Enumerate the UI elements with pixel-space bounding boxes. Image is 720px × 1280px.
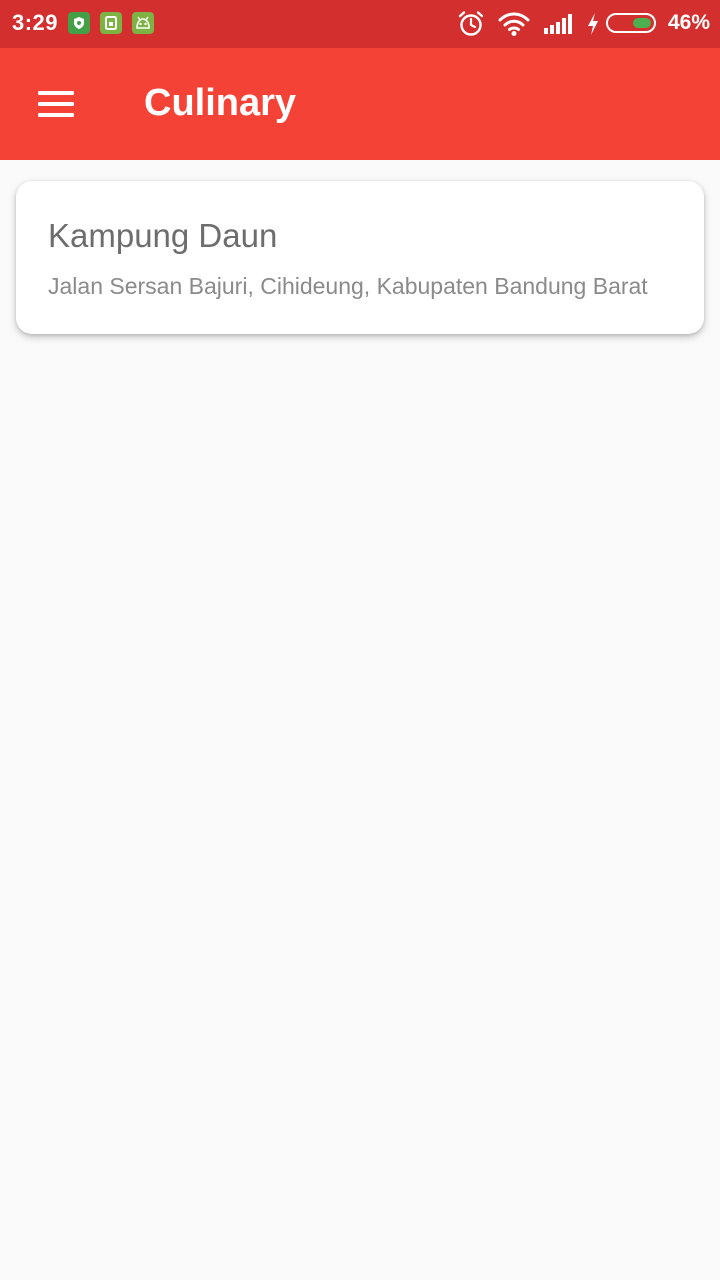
shield-icon: [68, 12, 90, 34]
status-time: 3:29: [12, 10, 59, 35]
menu-line: [38, 91, 74, 95]
charging-bolt-icon: [586, 12, 600, 41]
battery-icon: [606, 13, 656, 33]
app-bar: Culinary: [0, 48, 720, 160]
alarm-clock-icon: [457, 10, 485, 43]
place-card[interactable]: Kampung Daun Jalan Sersan Bajuri, Cihide…: [16, 181, 704, 334]
menu-line: [38, 113, 74, 117]
signal-icon: [542, 13, 574, 40]
android-robot-icon: [132, 12, 154, 34]
status-bar: 3:29 46%: [0, 0, 720, 48]
battery-percent: 46%: [668, 11, 711, 34]
wifi-icon: [498, 11, 530, 42]
place-address: Jalan Sersan Bajuri, Cihideung, Kabupate…: [48, 273, 648, 299]
menu-line: [38, 102, 74, 106]
place-name: Kampung Daun: [48, 217, 278, 254]
sim-card-icon: [100, 12, 122, 34]
hamburger-menu-icon[interactable]: [26, 78, 86, 130]
battery-fill: [633, 18, 651, 28]
page-title: Culinary: [144, 82, 297, 124]
